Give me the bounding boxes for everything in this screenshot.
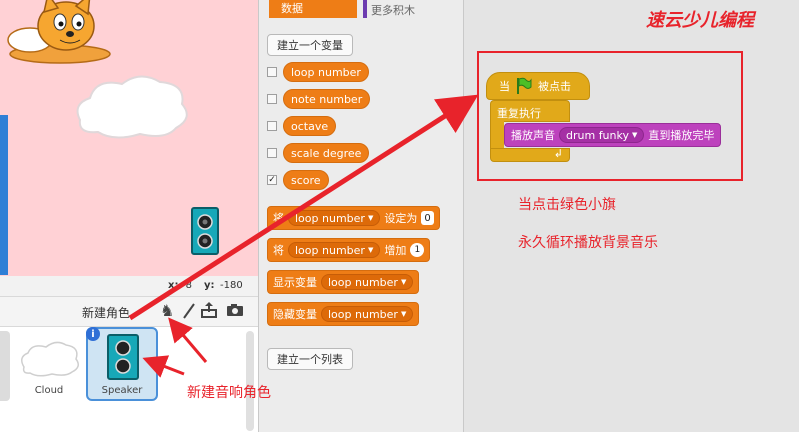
arrow-to-speaker-tile bbox=[142, 355, 185, 378]
arrow-to-script bbox=[128, 94, 479, 321]
arrow-to-new-sprite bbox=[168, 317, 208, 363]
annotation-arrows bbox=[128, 94, 479, 378]
